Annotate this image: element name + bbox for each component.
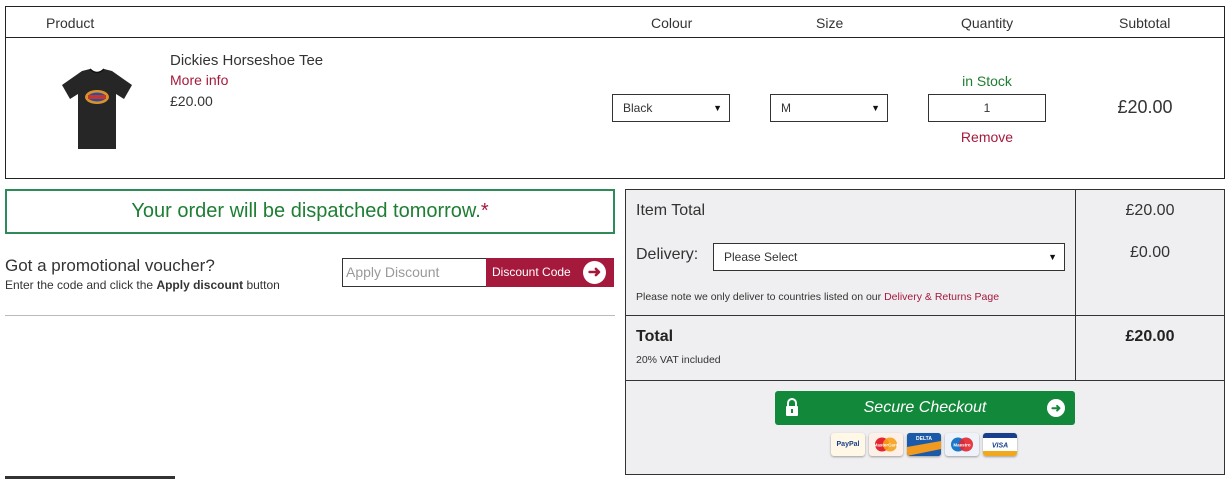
divider [5,315,615,316]
mastercard-label: MasterCard [874,443,899,448]
quantity-input[interactable]: 1 [928,94,1046,122]
dispatch-notice: Your order will be dispatched tomorrow.* [5,189,615,234]
promo-instructions-bold: Apply discount [156,278,244,292]
visa-card-icon: VISA [983,433,1017,456]
more-info-link[interactable]: More info [170,72,228,88]
item-total-label: Item Total [636,202,706,219]
delivery-label: Delivery: [636,246,699,263]
product-image[interactable] [60,67,134,151]
lock-icon [786,398,798,416]
delivery-returns-link[interactable]: Delivery & Returns Page [884,291,999,303]
delta-label: DELTA [916,436,932,442]
header-colour: Colour [651,15,693,31]
cart-table-header: Product Colour Size Quantity Subtotal [6,7,1224,38]
size-select-value: M [781,101,791,115]
header-size: Size [816,15,844,31]
arrow-right-icon: ➜ [583,261,606,284]
item-total-value: £20.00 [1125,202,1175,219]
delivery-select-value: Please Select [724,250,798,264]
divider [626,380,1224,381]
chevron-down-icon: ▼ [871,103,880,113]
vat-note: 20% VAT included [636,354,721,366]
secure-checkout-button[interactable]: Secure Checkout ➜ [775,391,1075,425]
discount-code-input[interactable]: Apply Discount [342,258,488,287]
discount-code-button[interactable]: Discount Code ➜ [486,258,614,287]
chevron-down-icon: ▼ [713,103,722,113]
delivery-value: £0.00 [1129,244,1171,261]
order-summary: Item Total £20.00 Delivery: Please Selec… [625,189,1225,475]
promo-instructions-post: button [243,278,280,292]
product-name[interactable]: Dickies Horseshoe Tee [170,52,323,69]
product-price: £20.00 [170,93,213,109]
promo-title: Got a promotional voucher? [5,256,215,275]
arrow-right-icon: ➜ [1047,399,1065,417]
size-select[interactable]: M ▼ [770,94,888,122]
maestro-label: Maestro [953,443,971,448]
line-subtotal: £20.00 [1117,97,1173,117]
header-quantity: Quantity [961,15,1014,31]
total-label: Total [636,328,674,345]
checkout-label: Secure Checkout [863,399,987,416]
delivery-note: Please note we only deliver to countries… [636,291,999,303]
delta-card-icon: DELTA [907,433,941,456]
divider [626,315,1224,316]
remove-link[interactable]: Remove [928,129,1046,145]
visa-label: VISA [992,443,1008,450]
discount-button-label: Discount Code [492,265,571,279]
promo-instructions-pre: Enter the code and click the [5,278,157,292]
chevron-down-icon: ▼ [1048,252,1057,262]
header-subtotal: Subtotal [1119,15,1171,31]
header-product: Product [46,15,95,31]
dispatch-text: Your order will be dispatched tomorrow. [131,200,481,222]
colour-select[interactable]: Black ▼ [612,94,730,122]
promo-instructions: Enter the code and click the Apply disco… [5,278,280,292]
dispatch-asterisk: * [480,200,489,222]
delivery-select[interactable]: Please Select ▼ [713,243,1065,271]
maestro-card-icon: Maestro [945,433,979,456]
stock-status: in Stock [962,73,1012,89]
total-value: £20.00 [1125,328,1175,345]
cart-table: Product Colour Size Quantity Subtotal Di… [5,6,1225,179]
delivery-note-text: Please note we only deliver to countries… [636,291,885,303]
mastercard-card-icon: MasterCard [869,433,903,456]
colour-select-value: Black [623,101,653,115]
paypal-card-icon: PayPal [831,433,865,456]
